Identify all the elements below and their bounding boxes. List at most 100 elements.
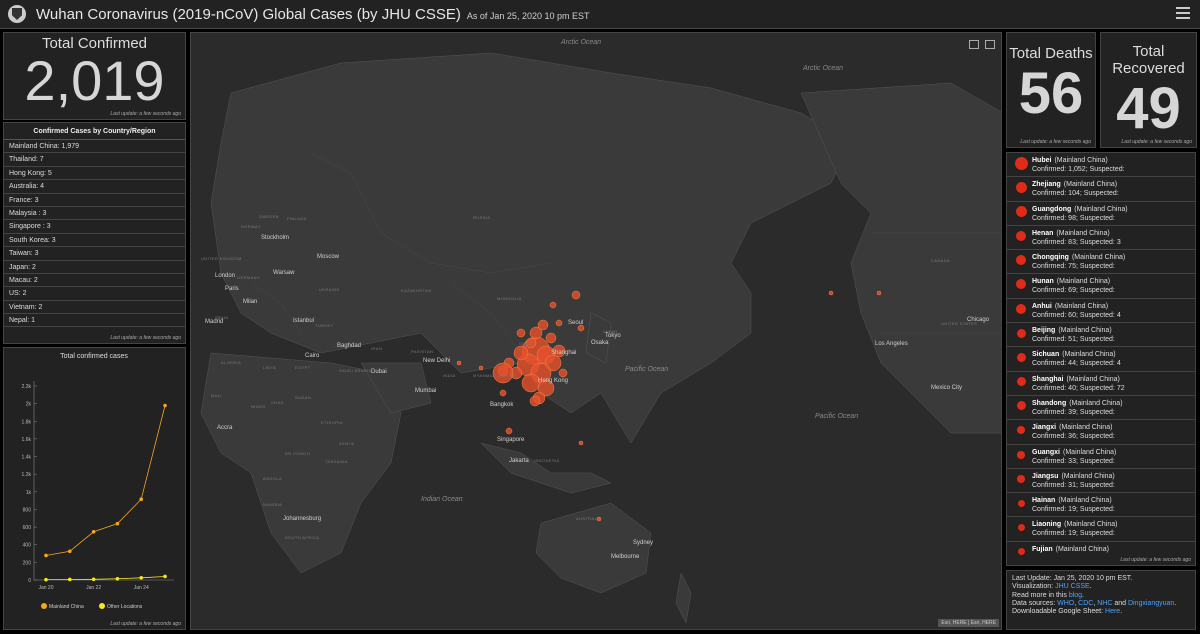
country-row[interactable]: Singapore : 3 — [4, 220, 185, 234]
country-row[interactable]: Nepal: 1 — [4, 314, 185, 328]
legend-list-icon[interactable] — [969, 40, 979, 49]
province-row[interactable]: Jiangsu (Mainland China) Confirmed: 31; Su… — [1007, 469, 1195, 494]
hamburger-menu-icon[interactable] — [1176, 7, 1190, 19]
province-row[interactable]: Henan (Mainland China) Confirmed: 83; Susp… — [1007, 226, 1195, 251]
y-tick-label: 1.2k — [22, 472, 32, 478]
last-update-line: Last Update: Jan 25, 2020 10 pm EST. — [1012, 575, 1133, 582]
province-row[interactable]: Chongqing (Mainland China) Confirmed: 75; … — [1007, 250, 1195, 275]
case-marker[interactable] — [876, 290, 882, 296]
map-attribution[interactable]: Esri, HERE | Esri, HERE — [938, 619, 999, 627]
province-row[interactable]: Beijing (Mainland China) Confirmed: 51; Su… — [1007, 323, 1195, 348]
province-row[interactable]: Jiangxi (Mainland China) Confirmed: 36; Su… — [1007, 420, 1195, 445]
country-row[interactable]: Malaysia : 3 — [4, 207, 185, 221]
province-row[interactable]: Hainan (Mainland China) Confirmed: 19; Sus… — [1007, 493, 1195, 518]
province-row[interactable]: Sichuan (Mainland China) Confirmed: 44; Su… — [1007, 347, 1195, 372]
jhu-csse-link[interactable]: JHU CSSE — [1055, 583, 1090, 590]
province-list[interactable]: Hubei (Mainland China) Confirmed: 1,052; S… — [1007, 153, 1195, 558]
country-row[interactable]: Vietnam: 2 — [4, 301, 185, 315]
country-row[interactable]: Hong Kong: 5 — [4, 167, 185, 181]
province-row[interactable]: Hubei (Mainland China) Confirmed: 1,052; S… — [1007, 153, 1195, 178]
last-update-text: Last update: a few seconds ago — [110, 111, 181, 117]
case-dot-icon — [1016, 352, 1026, 362]
country-row[interactable]: South Korea: 3 — [4, 234, 185, 248]
city-label: Dubai — [371, 369, 387, 375]
jhu-shield-logo-icon — [8, 5, 26, 23]
region-label: NIGER — [251, 404, 266, 409]
province-region: (Mainland China) — [1063, 181, 1118, 189]
who-link[interactable]: WHO — [1057, 600, 1074, 607]
blog-link[interactable]: blog — [1069, 592, 1082, 599]
case-marker[interactable] — [513, 345, 529, 361]
data-point[interactable] — [163, 574, 167, 579]
country-row[interactable]: Japan: 2 — [4, 261, 185, 274]
city-label: Cairo — [305, 353, 320, 359]
data-point[interactable] — [44, 577, 48, 582]
case-dot-icon — [1017, 426, 1025, 435]
google-sheet-link[interactable]: Here — [1105, 608, 1120, 615]
country-row[interactable]: Mainland China: 1,979 — [4, 140, 185, 154]
case-marker[interactable] — [537, 319, 549, 331]
city-label: Sydney — [633, 540, 654, 546]
city-label: Hong Kong — [538, 378, 569, 384]
country-row[interactable]: Australia: 4 — [4, 180, 185, 194]
data-point[interactable] — [115, 521, 120, 526]
province-row[interactable]: Anhui (Mainland China) Confirmed: 60; Susp… — [1007, 299, 1195, 324]
province-row[interactable]: Fujian (Mainland China) — [1007, 542, 1195, 558]
case-marker[interactable] — [549, 301, 557, 309]
case-marker[interactable] — [828, 290, 834, 296]
case-dot-icon — [1016, 230, 1026, 241]
data-point[interactable] — [44, 553, 48, 558]
province-name: Guangdong — [1032, 205, 1072, 213]
province-region: (Mainland China) — [1064, 521, 1118, 529]
country-row[interactable]: Thailand: 7 — [4, 153, 185, 167]
province-row[interactable]: Guangxi (Mainland China) Confirmed: 33; Su… — [1007, 445, 1195, 469]
city-label: Johannesburg — [283, 516, 322, 522]
y-tick-label: 1.6k — [22, 437, 32, 443]
case-marker[interactable] — [555, 319, 563, 327]
case-marker[interactable] — [456, 360, 462, 366]
province-detail: Confirmed: 36; Suspected: — [1032, 433, 1115, 441]
province-row[interactable]: Hunan (Mainland China) Confirmed: 69; Susp… — [1007, 274, 1195, 299]
case-marker[interactable] — [478, 365, 484, 371]
country-row[interactable]: Taiwan: 3 — [4, 247, 185, 261]
region-label: INDIA — [443, 373, 456, 378]
province-row[interactable]: Zhejiang (Mainland China) Confirmed: 104; … — [1007, 177, 1195, 202]
case-marker[interactable] — [505, 427, 513, 435]
data-point[interactable] — [139, 497, 144, 502]
country-row[interactable]: Macau: 2 — [4, 274, 185, 288]
region-label: GERMANY — [237, 275, 261, 280]
case-marker[interactable] — [529, 395, 541, 407]
country-row[interactable]: US: 2 — [4, 287, 185, 301]
province-list-panel: Hubei (Mainland China) Confirmed: 1,052; S… — [1006, 152, 1196, 566]
province-row[interactable]: Guangdong (Mainland China) Confirmed: 98; … — [1007, 202, 1195, 226]
case-marker[interactable] — [571, 290, 581, 300]
data-point[interactable] — [68, 549, 72, 554]
province-row[interactable]: Liaoning (Mainland China) Confirmed: 19; S… — [1007, 517, 1195, 542]
nhc-link[interactable]: NHC — [1097, 600, 1112, 607]
case-marker[interactable] — [499, 389, 507, 397]
data-point[interactable] — [68, 577, 72, 582]
country-list-title: Confirmed Cases by Country/Region — [4, 123, 185, 140]
case-marker[interactable] — [558, 368, 568, 378]
case-marker[interactable] — [578, 440, 584, 446]
data-point[interactable] — [115, 576, 120, 581]
data-point[interactable] — [139, 575, 144, 580]
case-dot-icon — [1017, 548, 1025, 556]
region-label: CANADA — [931, 258, 951, 263]
cdc-link[interactable]: CDC — [1078, 600, 1093, 607]
region-label: SUDAN — [295, 395, 312, 400]
dingxiangyuan-link[interactable]: Dingxiangyuan — [1128, 600, 1174, 607]
indonesia-landmass — [480, 442, 612, 494]
case-marker[interactable] — [516, 328, 526, 338]
case-marker[interactable] — [545, 332, 557, 344]
data-point[interactable] — [163, 403, 167, 408]
world-map[interactable]: Arctic Ocean Arctic Ocean Pacific Ocean … — [190, 32, 1002, 630]
region-label: DR CONGO — [285, 451, 311, 456]
data-point[interactable] — [91, 529, 96, 534]
province-row[interactable]: Shandong (Mainland China) Confirmed: 39; S… — [1007, 396, 1195, 421]
province-row[interactable]: Shanghai (Mainland China) Confirmed: 40; S… — [1007, 372, 1195, 396]
data-point[interactable] — [91, 577, 96, 582]
country-row[interactable]: France: 3 — [4, 194, 185, 207]
case-dot-icon — [1017, 499, 1025, 507]
basemap-grid-icon[interactable] — [985, 40, 995, 49]
